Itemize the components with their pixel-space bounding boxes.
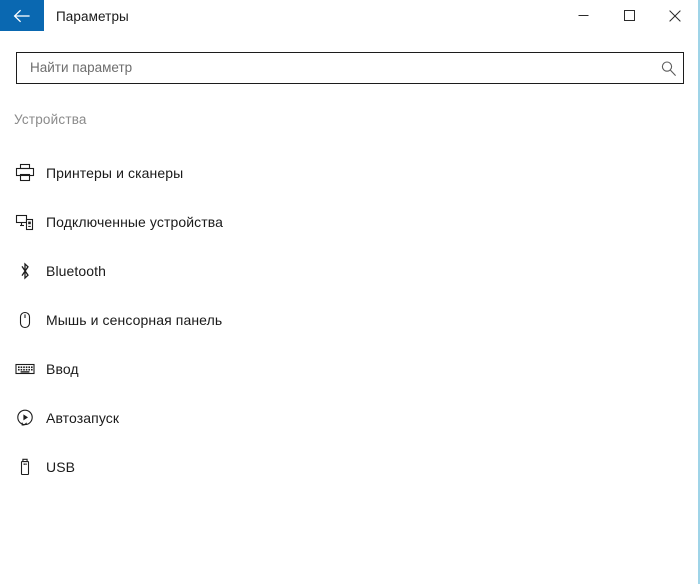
nav-item-label: Мышь и сенсорная панель bbox=[46, 311, 223, 328]
settings-window: Параметры Найти параметр Устройства Прин… bbox=[0, 0, 700, 584]
nav-item-label: Автозапуск bbox=[46, 409, 120, 426]
close-icon bbox=[669, 9, 681, 22]
title-bar: Параметры bbox=[0, 0, 698, 32]
minimize-icon bbox=[578, 10, 589, 21]
section-header: Устройства bbox=[14, 112, 87, 127]
mouse-icon bbox=[14, 309, 36, 331]
keyboard-icon bbox=[14, 358, 36, 380]
nav-item-label: Подключенные устройства bbox=[46, 213, 224, 230]
nav-item-label: Bluetooth bbox=[46, 262, 107, 279]
nav-item-autoplay[interactable]: Автозапуск bbox=[0, 393, 690, 442]
arrow-left-icon bbox=[13, 9, 31, 23]
minimize-button[interactable] bbox=[560, 0, 606, 31]
printer-icon bbox=[14, 162, 36, 184]
maximize-icon bbox=[623, 10, 635, 21]
nav-item-printers-scanners[interactable]: Принтеры и сканеры bbox=[0, 148, 690, 197]
nav-item-typing[interactable]: Ввод bbox=[0, 344, 690, 393]
search-box[interactable] bbox=[16, 52, 684, 84]
nav-item-label: Ввод bbox=[46, 360, 79, 377]
usb-icon bbox=[14, 456, 36, 478]
devices-nav-list: Принтеры и сканеры Подключенные устройст… bbox=[0, 148, 690, 491]
maximize-button[interactable] bbox=[606, 0, 652, 31]
nav-item-mouse-touchpad[interactable]: Мышь и сенсорная панель bbox=[0, 295, 690, 344]
nav-item-bluetooth[interactable]: Bluetooth bbox=[0, 246, 690, 295]
page-title: Параметры bbox=[56, 8, 129, 24]
nav-item-connected-devices[interactable]: Подключенные устройства bbox=[0, 197, 690, 246]
autoplay-icon bbox=[14, 407, 36, 429]
back-button[interactable] bbox=[0, 0, 44, 31]
window-controls bbox=[560, 0, 698, 32]
bluetooth-icon bbox=[14, 260, 36, 282]
search-icon[interactable] bbox=[653, 53, 683, 83]
connected-devices-icon bbox=[14, 211, 36, 233]
nav-item-label: Принтеры и сканеры bbox=[46, 164, 184, 181]
search-input[interactable] bbox=[17, 54, 653, 82]
nav-item-label: USB bbox=[46, 458, 76, 475]
nav-item-usb[interactable]: USB bbox=[0, 442, 690, 491]
close-button[interactable] bbox=[652, 0, 698, 31]
